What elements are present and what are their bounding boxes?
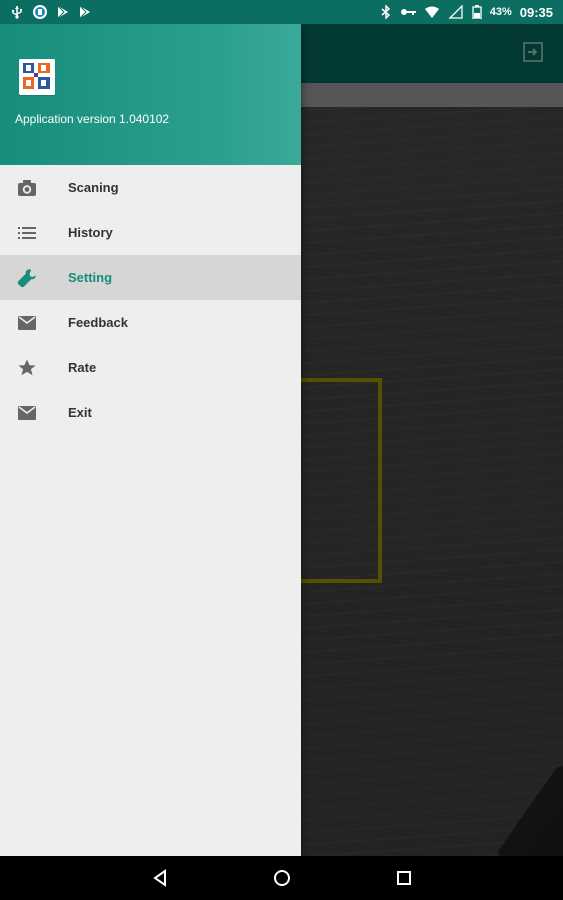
clock: 09:35 [519, 4, 553, 20]
navigation-drawer: Application version 1.040102 Scaning His… [0, 24, 301, 856]
app-logo [19, 59, 55, 95]
app-version-label: Application version 1.040102 [15, 112, 170, 126]
menu-item-feedback[interactable]: Feedback [0, 300, 301, 345]
wrench-icon [15, 266, 39, 290]
play-store-icon [78, 5, 92, 19]
back-icon[interactable] [148, 866, 172, 890]
bluetooth-icon [380, 5, 392, 19]
key-icon [400, 7, 416, 17]
menu-item-scaning[interactable]: Scaning [0, 165, 301, 210]
home-icon[interactable] [270, 866, 294, 890]
menu-item-history[interactable]: History [0, 210, 301, 255]
mail-icon [15, 401, 39, 425]
battery-percent: 43% [489, 6, 512, 18]
status-right: 43% 09:35 [380, 5, 553, 20]
menu-label-scaning: Scaning [68, 180, 119, 195]
menu-item-rate[interactable]: Rate [0, 345, 301, 390]
menu-label-feedback: Feedback [68, 315, 128, 330]
usb-icon [10, 5, 24, 19]
wifi-icon [424, 6, 440, 18]
menu-item-setting[interactable]: Setting [0, 255, 301, 300]
list-icon [15, 221, 39, 245]
recents-icon[interactable] [392, 866, 416, 890]
menu-label-rate: Rate [68, 360, 97, 375]
menu-label-setting: Setting [68, 270, 113, 285]
menu-item-exit[interactable]: Exit [0, 390, 301, 435]
play-store-icon [56, 5, 70, 19]
mail-icon [15, 311, 39, 335]
drawer-menu: Scaning History Setting Feedback Rate Ex… [0, 165, 301, 435]
status-left [10, 4, 92, 20]
menu-label-exit: Exit [68, 405, 92, 420]
drawer-header: Application version 1.040102 [0, 24, 301, 165]
menu-label-history: History [68, 225, 113, 240]
app-area: Application version 1.040102 Scaning His… [0, 24, 563, 856]
camera-icon [15, 176, 39, 200]
battery-icon [472, 5, 482, 19]
status-bar: 43% 09:35 [0, 0, 563, 24]
app-notification-icon [32, 4, 48, 20]
navigation-bar [0, 856, 563, 900]
star-icon [15, 356, 39, 380]
signal-off-icon [448, 5, 464, 19]
